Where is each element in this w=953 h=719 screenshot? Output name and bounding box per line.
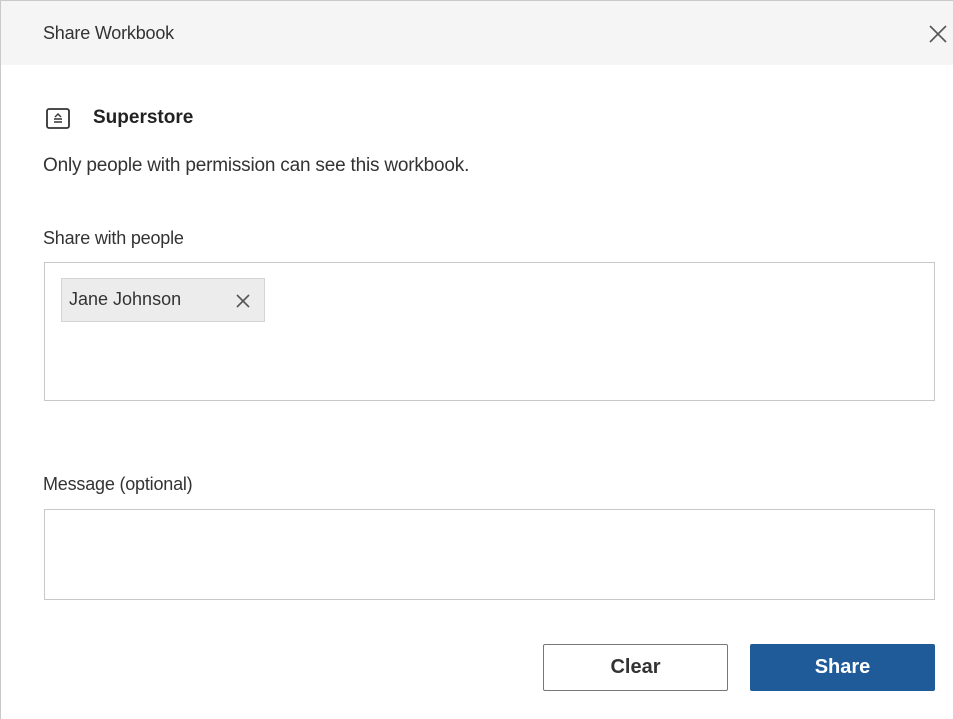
- clear-button[interactable]: Clear: [543, 644, 728, 691]
- permission-note: Only people with permission can see this…: [43, 155, 470, 176]
- close-icon: [236, 294, 250, 308]
- share-with-label: Share with people: [43, 228, 184, 248]
- message-label: Message (optional): [43, 474, 193, 494]
- recipient-chip: Jane Johnson: [61, 278, 265, 322]
- message-field[interactable]: [44, 509, 935, 600]
- recipient-chip-label: Jane Johnson: [69, 289, 182, 309]
- share-workbook-dialog: Share Workbook Superstore Only people wi…: [0, 0, 953, 719]
- share-button[interactable]: Share: [750, 644, 935, 691]
- workbook-name: Superstore: [93, 107, 194, 128]
- remove-recipient-button[interactable]: [233, 291, 253, 311]
- close-button[interactable]: [923, 19, 953, 49]
- dialog-titlebar: Share Workbook: [1, 1, 953, 65]
- close-icon: [929, 25, 947, 43]
- dialog-title: Share Workbook: [43, 23, 174, 43]
- share-with-people-input[interactable]: Jane Johnson: [44, 262, 935, 401]
- workbook-icon: [46, 108, 70, 129]
